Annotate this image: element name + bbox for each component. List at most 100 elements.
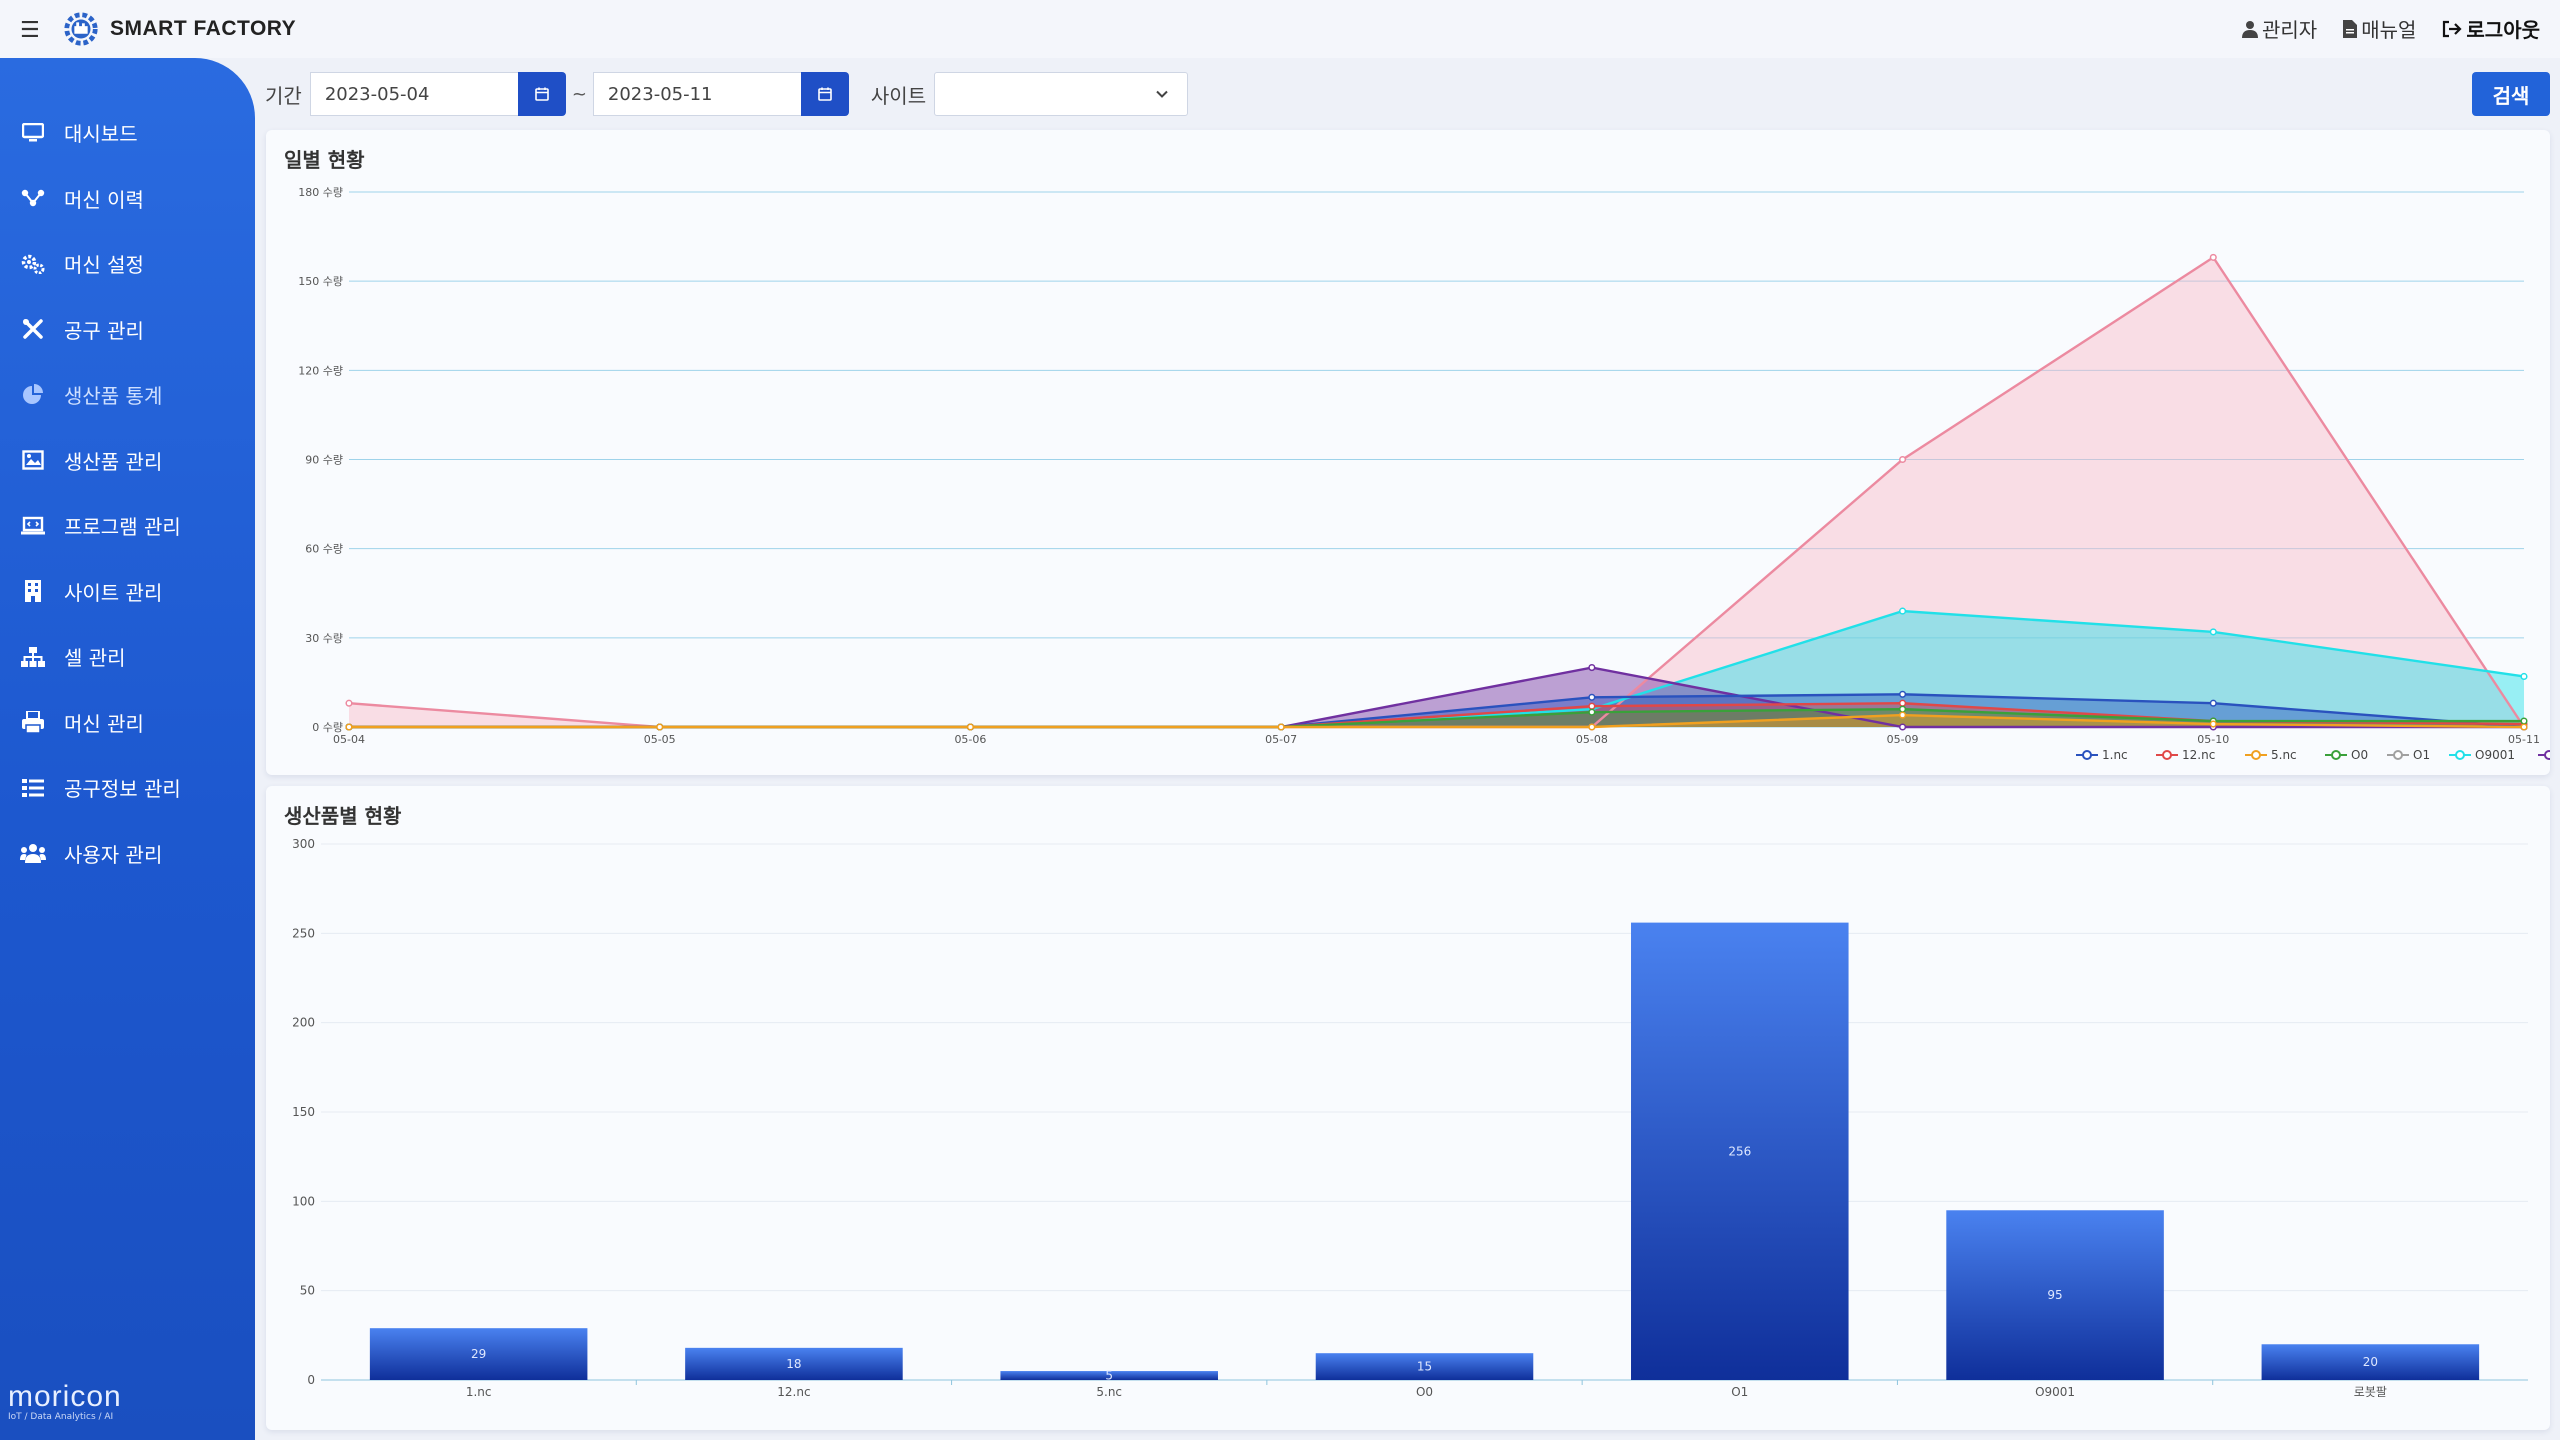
data-point[interactable] [1899, 607, 1907, 615]
start-date-picker: 2023-05-04 [309, 72, 566, 116]
sidebar-item-cell-management[interactable]: 셀 관리 [0, 624, 255, 690]
sidebar-item-product-stats[interactable]: 생산품 통계 [0, 362, 255, 428]
sidebar-item-label: 대시보드 [64, 122, 138, 147]
legend-marker [2544, 750, 2550, 760]
sidebar-menu: 대시보드 머신 이력 머신 설정 공구 관리 생산품 통계 생산품 관리 프로그… [0, 100, 255, 886]
legend-marker [2393, 750, 2403, 760]
admin-label: 관리자 [2261, 18, 2318, 42]
data-point[interactable] [1899, 699, 1907, 707]
sidebar-item-machine-settings[interactable]: 머신 설정 [0, 231, 255, 297]
app-logo[interactable]: SMART FACTORY [62, 10, 296, 48]
filter-bar: 기간 2023-05-04 ~ 2023-05-11 사이트 [265, 72, 1189, 116]
data-point[interactable] [2209, 253, 2217, 261]
monitor-icon [20, 122, 46, 144]
legend-marker [2455, 750, 2465, 760]
menu-toggle-icon[interactable]: ☰ [20, 18, 40, 43]
x-tick-label: 05-04 [333, 733, 365, 746]
calendar-icon [535, 87, 549, 101]
sidebar-item-label: 공구 관리 [64, 318, 144, 343]
end-date-picker: 2023-05-11 [592, 72, 849, 116]
data-point[interactable] [1588, 708, 1596, 716]
legend-item[interactable]: 로봇팔 [2538, 748, 2550, 762]
laptop-code-icon [20, 515, 46, 537]
sidebar-item-label: 머신 관리 [64, 711, 144, 736]
start-date-calendar-button[interactable] [517, 72, 566, 116]
data-point[interactable] [1899, 711, 1907, 719]
data-point[interactable] [2520, 723, 2528, 731]
x-tick-label: 05-06 [954, 733, 986, 746]
site-select[interactable] [934, 72, 1189, 116]
data-point[interactable] [1588, 664, 1596, 672]
sidebar-item-tool-management[interactable]: 공구 관리 [0, 297, 255, 363]
x-tick-label: 05-07 [1265, 733, 1297, 746]
data-point[interactable] [966, 723, 974, 731]
user-icon [2241, 20, 2258, 38]
data-point[interactable] [2520, 717, 2528, 725]
data-point[interactable] [1277, 723, 1285, 731]
admin-link[interactable]: 관리자 [2241, 14, 2318, 43]
image-icon [20, 449, 46, 471]
legend-item[interactable]: 12.nc [2156, 748, 2215, 762]
users-icon [20, 842, 46, 864]
legend-label: O9001 [2475, 748, 2515, 762]
legend-item[interactable]: 1.nc [2076, 748, 2128, 762]
data-label: 29 [471, 1347, 486, 1361]
sidebar-item-program-management[interactable]: 프로그램 관리 [0, 493, 255, 559]
data-point[interactable] [1899, 723, 1907, 731]
data-point[interactable] [2209, 699, 2217, 707]
data-point[interactable] [656, 723, 664, 731]
data-point[interactable] [1588, 723, 1596, 731]
data-point[interactable] [1588, 702, 1596, 710]
data-point[interactable] [1588, 693, 1596, 701]
data-point[interactable] [1899, 455, 1907, 464]
data-point[interactable] [2209, 720, 2217, 728]
hierarchy-icon [20, 646, 46, 668]
x-tick-label: O1 [1731, 1385, 1748, 1399]
end-date-input[interactable]: 2023-05-11 [592, 72, 801, 116]
y-tick-label: 300 [292, 837, 315, 851]
x-tick-label: 05-11 [2508, 733, 2540, 746]
sidebar: 대시보드 머신 이력 머신 설정 공구 관리 생산품 통계 생산품 관리 프로그… [0, 58, 255, 1440]
search-button[interactable]: 검색 [2472, 72, 2550, 116]
data-label: 95 [2047, 1288, 2062, 1302]
y-tick-label: 60 수량 [305, 543, 343, 556]
sidebar-item-machine-history[interactable]: 머신 이력 [0, 166, 255, 232]
legend-item[interactable]: 5.nc [2245, 748, 2297, 762]
legend-item[interactable]: O1 [2387, 748, 2430, 762]
building-icon [20, 580, 46, 603]
x-tick-label: 05-08 [1576, 733, 1608, 746]
data-label: 256 [1728, 1144, 1751, 1158]
y-tick-label: 150 [292, 1105, 315, 1119]
header-actions: 관리자 매뉴얼 로그아웃 [2241, 14, 2540, 43]
sidebar-item-product-management[interactable]: 생산품 관리 [0, 428, 255, 494]
sidebar-item-label: 셀 관리 [64, 646, 126, 671]
data-point[interactable] [1899, 705, 1907, 713]
data-label: 5 [1105, 1369, 1113, 1383]
end-date-calendar-button[interactable] [800, 72, 849, 116]
start-date-input[interactable]: 2023-05-04 [309, 72, 518, 116]
x-tick-label: O9001 [2035, 1385, 2075, 1399]
data-point[interactable] [345, 699, 353, 707]
sidebar-item-label: 생산품 관리 [64, 449, 163, 474]
brand-tagline: IoT / Data Analytics / AI [8, 1412, 114, 1422]
legend-marker [2251, 750, 2261, 760]
sidebar-item-label: 생산품 통계 [64, 384, 163, 409]
sidebar-item-tool-info-management[interactable]: 공구정보 관리 [0, 755, 255, 821]
x-tick-label: 5.nc [1096, 1385, 1122, 1399]
y-tick-label: 50 [300, 1284, 315, 1298]
data-point[interactable] [2520, 672, 2528, 681]
product-bar-chart: 0 50 100 150 200 250 300 29 1.nc 18 12.nc 5 5.nc 15 O0… [292, 837, 2528, 1399]
data-point[interactable] [1899, 690, 1907, 698]
sidebar-item-dashboard[interactable]: 대시보드 [0, 100, 255, 166]
sidebar-item-label: 사이트 관리 [64, 580, 163, 605]
legend-item[interactable]: O0 [2325, 748, 2368, 762]
sidebar-item-user-management[interactable]: 사용자 관리 [0, 821, 255, 887]
app-title: SMART FACTORY [110, 17, 297, 40]
data-point[interactable] [345, 723, 353, 731]
legend-item[interactable]: O9001 [2449, 748, 2515, 762]
data-point[interactable] [2209, 628, 2217, 636]
sidebar-item-machine-management[interactable]: 머신 관리 [0, 690, 255, 756]
sidebar-item-site-management[interactable]: 사이트 관리 [0, 559, 255, 625]
manual-link[interactable]: 매뉴얼 [2343, 14, 2416, 43]
logout-link[interactable]: 로그아웃 [2442, 14, 2540, 43]
